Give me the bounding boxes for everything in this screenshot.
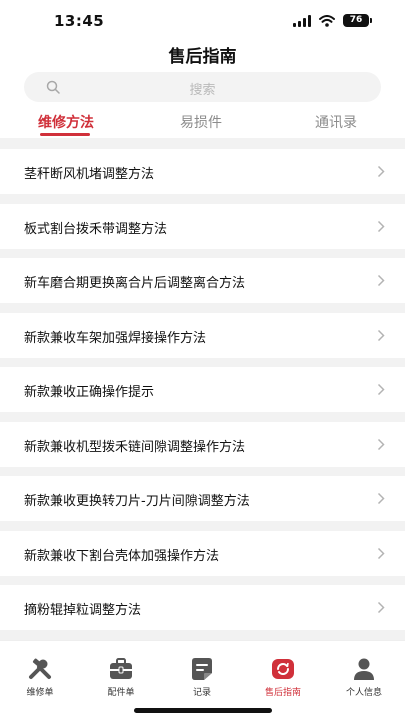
wifi-icon bbox=[319, 14, 335, 27]
chevron-right-icon bbox=[377, 383, 385, 396]
tab-bar-item-records[interactable]: 记录 bbox=[162, 657, 242, 698]
search-placeholder: 搜索 bbox=[189, 83, 216, 98]
chevron-right-icon bbox=[377, 547, 385, 560]
tab-bar-label: 个人信息 bbox=[345, 688, 382, 698]
chevron-right-icon bbox=[377, 601, 385, 614]
chevron-right-icon bbox=[377, 220, 385, 233]
status-bar: 13:45 76 bbox=[0, 0, 405, 44]
toolbox-icon bbox=[110, 658, 132, 679]
list-item-label: 新款兼收车架加强焊接操作方法 bbox=[24, 331, 207, 346]
guide-list: 茎秆断风机堵调整方法 板式割台拨禾带调整方法 新车磨合期更换离合片后调整离合方法… bbox=[0, 138, 405, 640]
guide-icon bbox=[272, 659, 294, 679]
chevron-right-icon bbox=[377, 329, 385, 342]
tools-icon bbox=[29, 658, 51, 679]
list-item[interactable]: 茎秆断风机堵调整方法 bbox=[0, 149, 405, 194]
list-item-label: 新款兼收下割台壳体加强操作方法 bbox=[24, 549, 220, 564]
list-item[interactable]: 新车磨合期更换离合片后调整离合方法 bbox=[0, 258, 405, 303]
tab-bar-item-repair-order[interactable]: 维修单 bbox=[0, 657, 80, 698]
tab-bar-label: 配件单 bbox=[107, 688, 135, 698]
home-indicator bbox=[134, 708, 272, 713]
list-item[interactable]: 板式割台拨禾带调整方法 bbox=[0, 204, 405, 249]
list-item-label: 摘粉辊掉粒调整方法 bbox=[24, 603, 142, 618]
chevron-right-icon bbox=[377, 165, 385, 178]
tab-bar-item-parts-order[interactable]: 配件单 bbox=[81, 657, 161, 698]
cellular-signal-icon bbox=[293, 14, 311, 27]
page-title: 售后指南 bbox=[168, 47, 237, 67]
tab-bar-label: 记录 bbox=[192, 688, 211, 698]
tab-bar-label: 维修单 bbox=[26, 688, 54, 698]
list-item-label: 新款兼收更换转刀片-刀片间隙调整方法 bbox=[24, 494, 250, 509]
list-item-label: 茎秆断风机堵调整方法 bbox=[24, 167, 155, 182]
list-item[interactable]: 新款兼收更换转刀片-刀片间隙调整方法 bbox=[0, 476, 405, 521]
tab-contacts[interactable]: 通讯录 bbox=[315, 112, 357, 132]
list-item-label: 板式割台拨禾带调整方法 bbox=[24, 222, 168, 237]
notes-icon bbox=[192, 658, 212, 680]
search-input[interactable]: 搜索 bbox=[24, 72, 381, 102]
tab-bar-item-profile[interactable]: 个人信息 bbox=[324, 657, 404, 698]
list-item[interactable]: 摘粉辊掉粒调整方法 bbox=[0, 585, 405, 630]
status-time: 13:45 bbox=[54, 12, 105, 30]
list-item[interactable]: 新款兼收正确操作提示 bbox=[0, 367, 405, 412]
list-item-label: 新款兼收正确操作提示 bbox=[24, 385, 155, 400]
battery-icon: 76 bbox=[343, 14, 372, 27]
list-item-label: 新款兼收机型拨禾链间隙调整操作方法 bbox=[24, 440, 246, 455]
chevron-right-icon bbox=[377, 438, 385, 451]
list-item-label: 新车磨合期更换离合片后调整离合方法 bbox=[24, 276, 246, 291]
tab-repair-methods[interactable]: 维修方法 bbox=[38, 112, 94, 132]
chevron-right-icon bbox=[377, 492, 385, 505]
tab-wear-parts[interactable]: 易损件 bbox=[180, 112, 222, 132]
category-tabs: 维修方法 易损件 通讯录 bbox=[0, 108, 405, 138]
list-item[interactable]: 新款兼收机型拨禾链间隙调整操作方法 bbox=[0, 422, 405, 467]
list-item[interactable]: 新款兼收下割台壳体加强操作方法 bbox=[0, 531, 405, 576]
chevron-right-icon bbox=[377, 274, 385, 287]
tab-bar-label: 售后指南 bbox=[264, 688, 301, 698]
tab-bar-item-service-guide[interactable]: 售后指南 bbox=[243, 657, 323, 698]
status-indicators: 76 bbox=[293, 14, 372, 27]
person-icon bbox=[354, 658, 374, 680]
active-tab-indicator bbox=[40, 133, 90, 136]
list-item[interactable]: 新款兼收车架加强焊接操作方法 bbox=[0, 313, 405, 358]
